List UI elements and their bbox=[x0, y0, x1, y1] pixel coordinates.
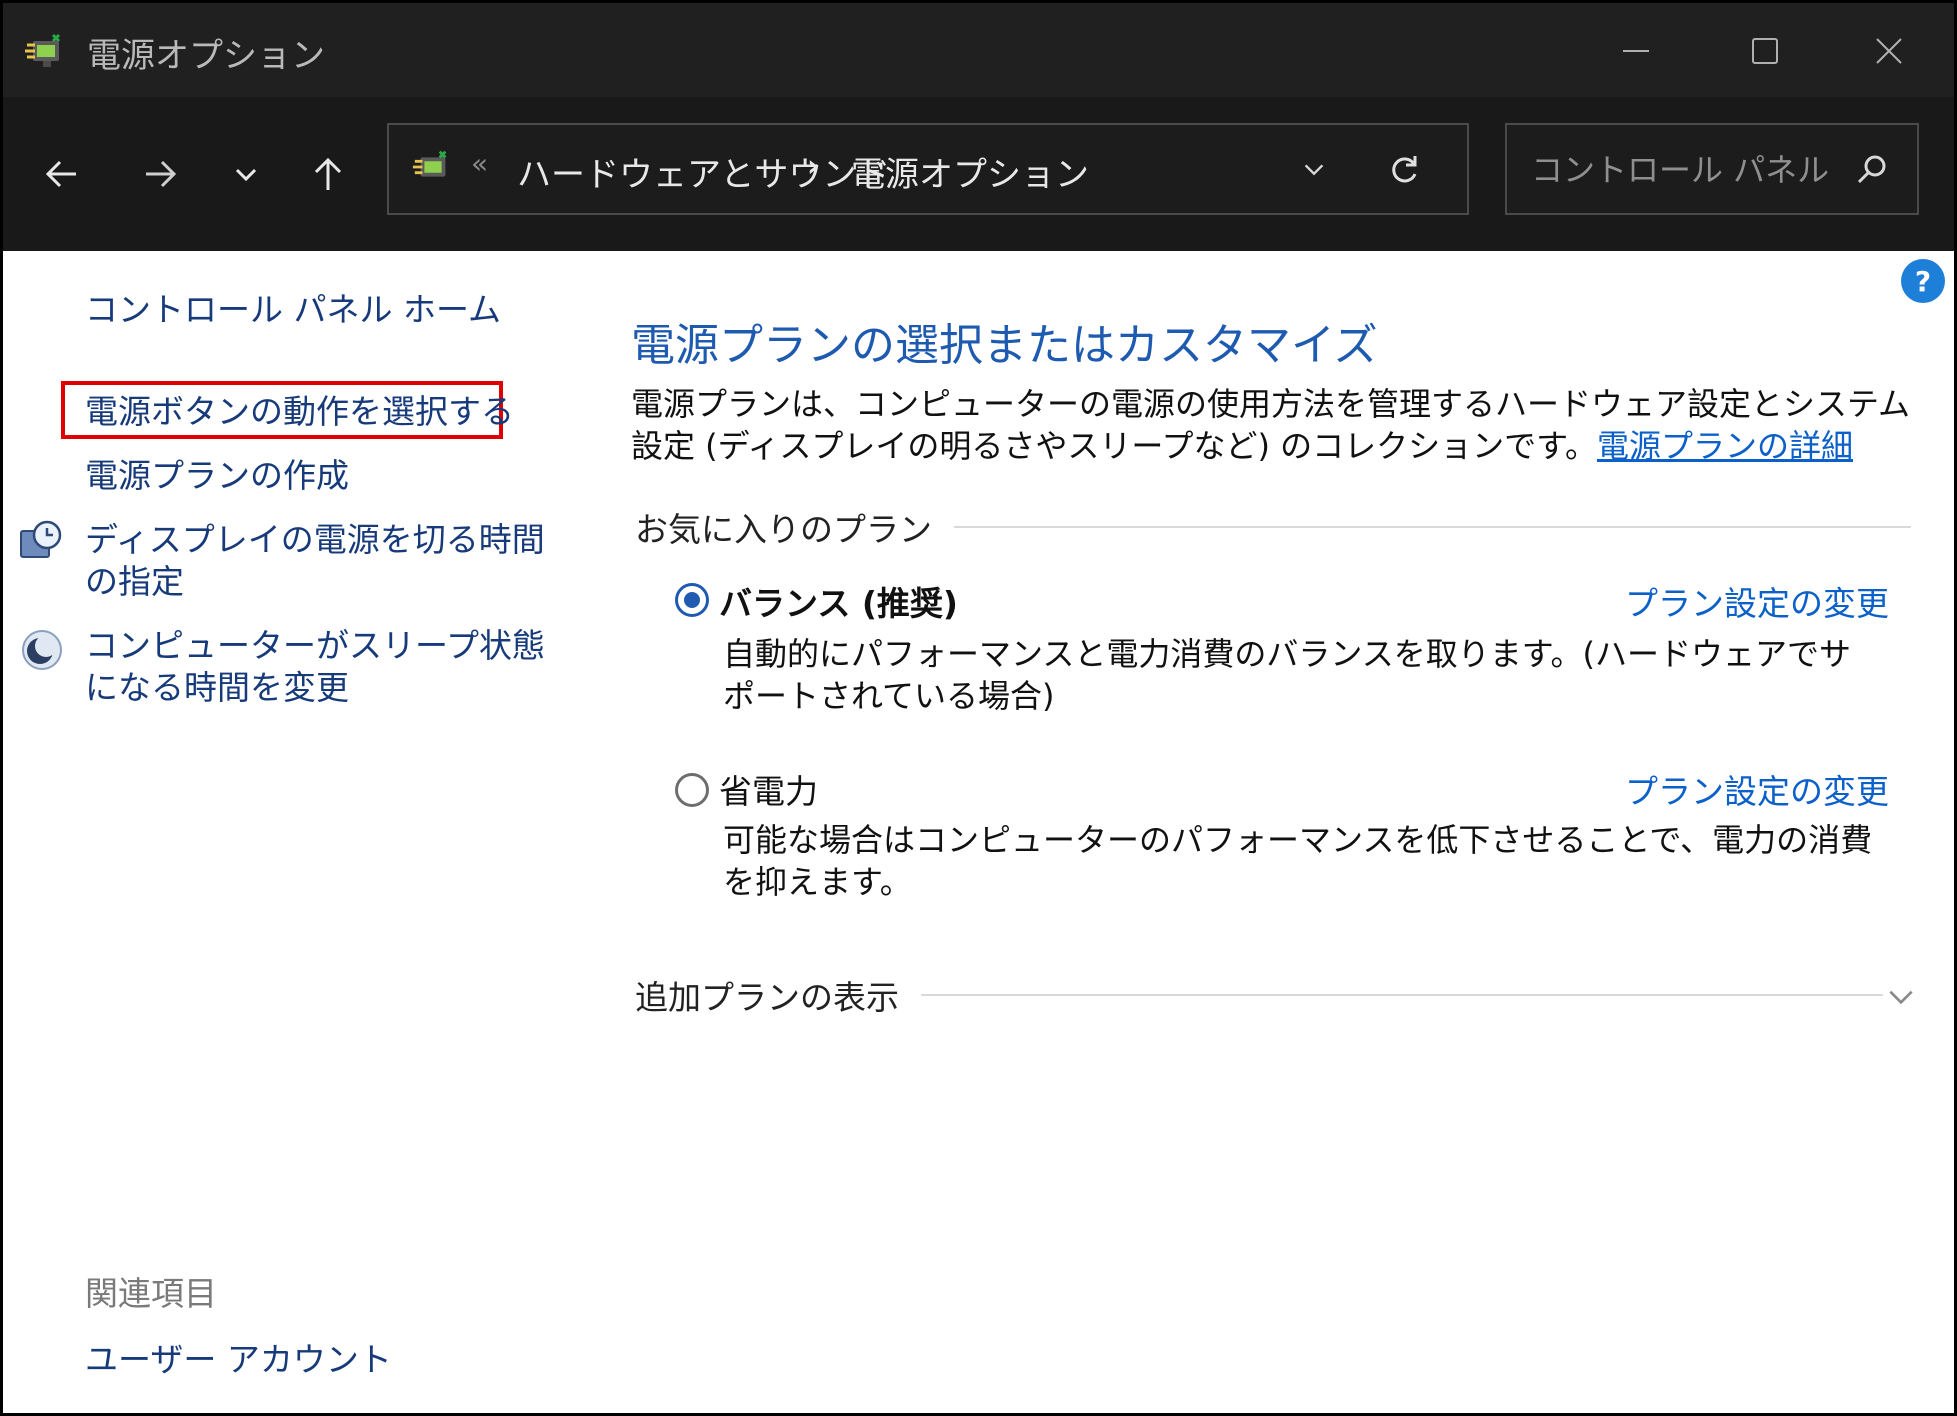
maximize-button[interactable] bbox=[1715, 21, 1815, 81]
additional-plans-section[interactable]: 追加プランの表示 bbox=[635, 975, 1883, 1017]
refresh-button[interactable] bbox=[1377, 145, 1431, 195]
minimize-icon bbox=[1623, 50, 1649, 52]
favorite-plans-label: お気に入りのプラン bbox=[635, 510, 932, 549]
breadcrumb-separator[interactable]: › bbox=[807, 149, 819, 184]
related-item-user-accounts[interactable]: ユーザー アカウント bbox=[85, 1333, 392, 1381]
chevron-down-icon bbox=[1889, 990, 1913, 1005]
plan-power-saver-change-settings-link[interactable]: プラン設定の変更 bbox=[1625, 765, 1889, 813]
sidebar-item-display-off-time[interactable]: ディスプレイの電源を切る時間の指定 bbox=[85, 519, 555, 603]
chevron-down-icon bbox=[235, 168, 257, 182]
back-button[interactable] bbox=[35, 149, 89, 199]
arrow-right-icon bbox=[146, 160, 177, 188]
related-items-heading: 関連項目 bbox=[85, 1274, 217, 1313]
plan-balanced-change-settings-link[interactable]: プラン設定の変更 bbox=[1625, 577, 1889, 625]
plan-balanced-name[interactable]: バランス (推奨) bbox=[719, 577, 958, 625]
breadcrumb-overflow[interactable]: « bbox=[471, 147, 488, 180]
power-options-icon bbox=[25, 33, 61, 67]
chevron-down-icon bbox=[1304, 164, 1324, 176]
sidebar-item-create-power-plan[interactable]: 電源プランの作成 bbox=[85, 455, 349, 497]
close-icon bbox=[1876, 38, 1902, 64]
plan-power-saver-name[interactable]: 省電力 bbox=[719, 765, 818, 813]
power-options-icon bbox=[412, 150, 447, 177]
search-input[interactable] bbox=[1529, 145, 1833, 195]
page-title: 電源プランの選択またはカスタマイズ bbox=[631, 320, 1378, 371]
address-bar[interactable]: « ハードウェアとサウンド › 電源オプション bbox=[387, 123, 1469, 215]
address-dropdown-button[interactable] bbox=[1289, 147, 1339, 191]
help-button[interactable]: ? bbox=[1901, 259, 1945, 303]
refresh-icon bbox=[1392, 156, 1417, 183]
breadcrumb-hardware-sound[interactable]: ハードウェアとサウンド bbox=[517, 147, 890, 196]
plan-power-saver-radio[interactable] bbox=[675, 773, 709, 807]
navigation-bar: « ハードウェアとサウンド › 電源オプション bbox=[3, 97, 1954, 251]
window: 電源オプション « ハードウェアとサウンド › 電源オプション コントロール パ… bbox=[0, 0, 1957, 1416]
favorite-plans-section: お気に入りのプラン bbox=[635, 507, 1911, 549]
page-description: 電源プランは、コンピューターの電源の使用方法を管理するハードウェア設定とシステム… bbox=[631, 383, 1911, 467]
forward-button[interactable] bbox=[133, 149, 187, 199]
search-icon[interactable] bbox=[1847, 147, 1897, 193]
additional-plans-label[interactable]: 追加プランの表示 bbox=[635, 971, 899, 1019]
sidebar-item-control-panel-home[interactable]: コントロール パネル ホーム bbox=[85, 289, 501, 331]
power-plan-details-link[interactable]: 電源プランの詳細 bbox=[1597, 427, 1853, 465]
arrow-left-icon bbox=[45, 160, 76, 188]
breadcrumb-power-options[interactable]: 電源オプション bbox=[851, 147, 1089, 196]
recent-locations-button[interactable] bbox=[219, 149, 273, 199]
up-button[interactable] bbox=[301, 149, 355, 199]
expand-additional-plans-button[interactable] bbox=[1879, 977, 1923, 1017]
minimize-button[interactable] bbox=[1586, 21, 1686, 81]
section-divider bbox=[954, 526, 1911, 528]
plan-power-saver-description: 可能な場合はコンピューターのパフォーマンスを低下させることで、電力の消費を抑えま… bbox=[723, 821, 1873, 901]
plan-balanced-radio[interactable] bbox=[675, 583, 709, 617]
maximize-icon bbox=[1752, 38, 1778, 64]
clock-display-icon bbox=[20, 520, 62, 558]
plan-balanced-description: 自動的にパフォーマンスと電力消費のバランスを取ります。(ハードウェアでサポートさ… bbox=[723, 635, 1852, 715]
sidebar-item-sleep-time[interactable]: コンピューターがスリープ状態になる時間を変更 bbox=[85, 625, 555, 709]
search-box[interactable] bbox=[1505, 123, 1919, 215]
section-divider bbox=[921, 994, 1883, 996]
title-bar: 電源オプション bbox=[3, 3, 1954, 97]
close-button[interactable] bbox=[1839, 21, 1939, 81]
arrow-up-icon bbox=[314, 157, 342, 190]
sidebar-item-choose-power-button[interactable]: 電源ボタンの動作を選択する bbox=[85, 391, 514, 433]
window-title: 電源オプション bbox=[87, 36, 325, 76]
moon-icon bbox=[22, 630, 62, 670]
